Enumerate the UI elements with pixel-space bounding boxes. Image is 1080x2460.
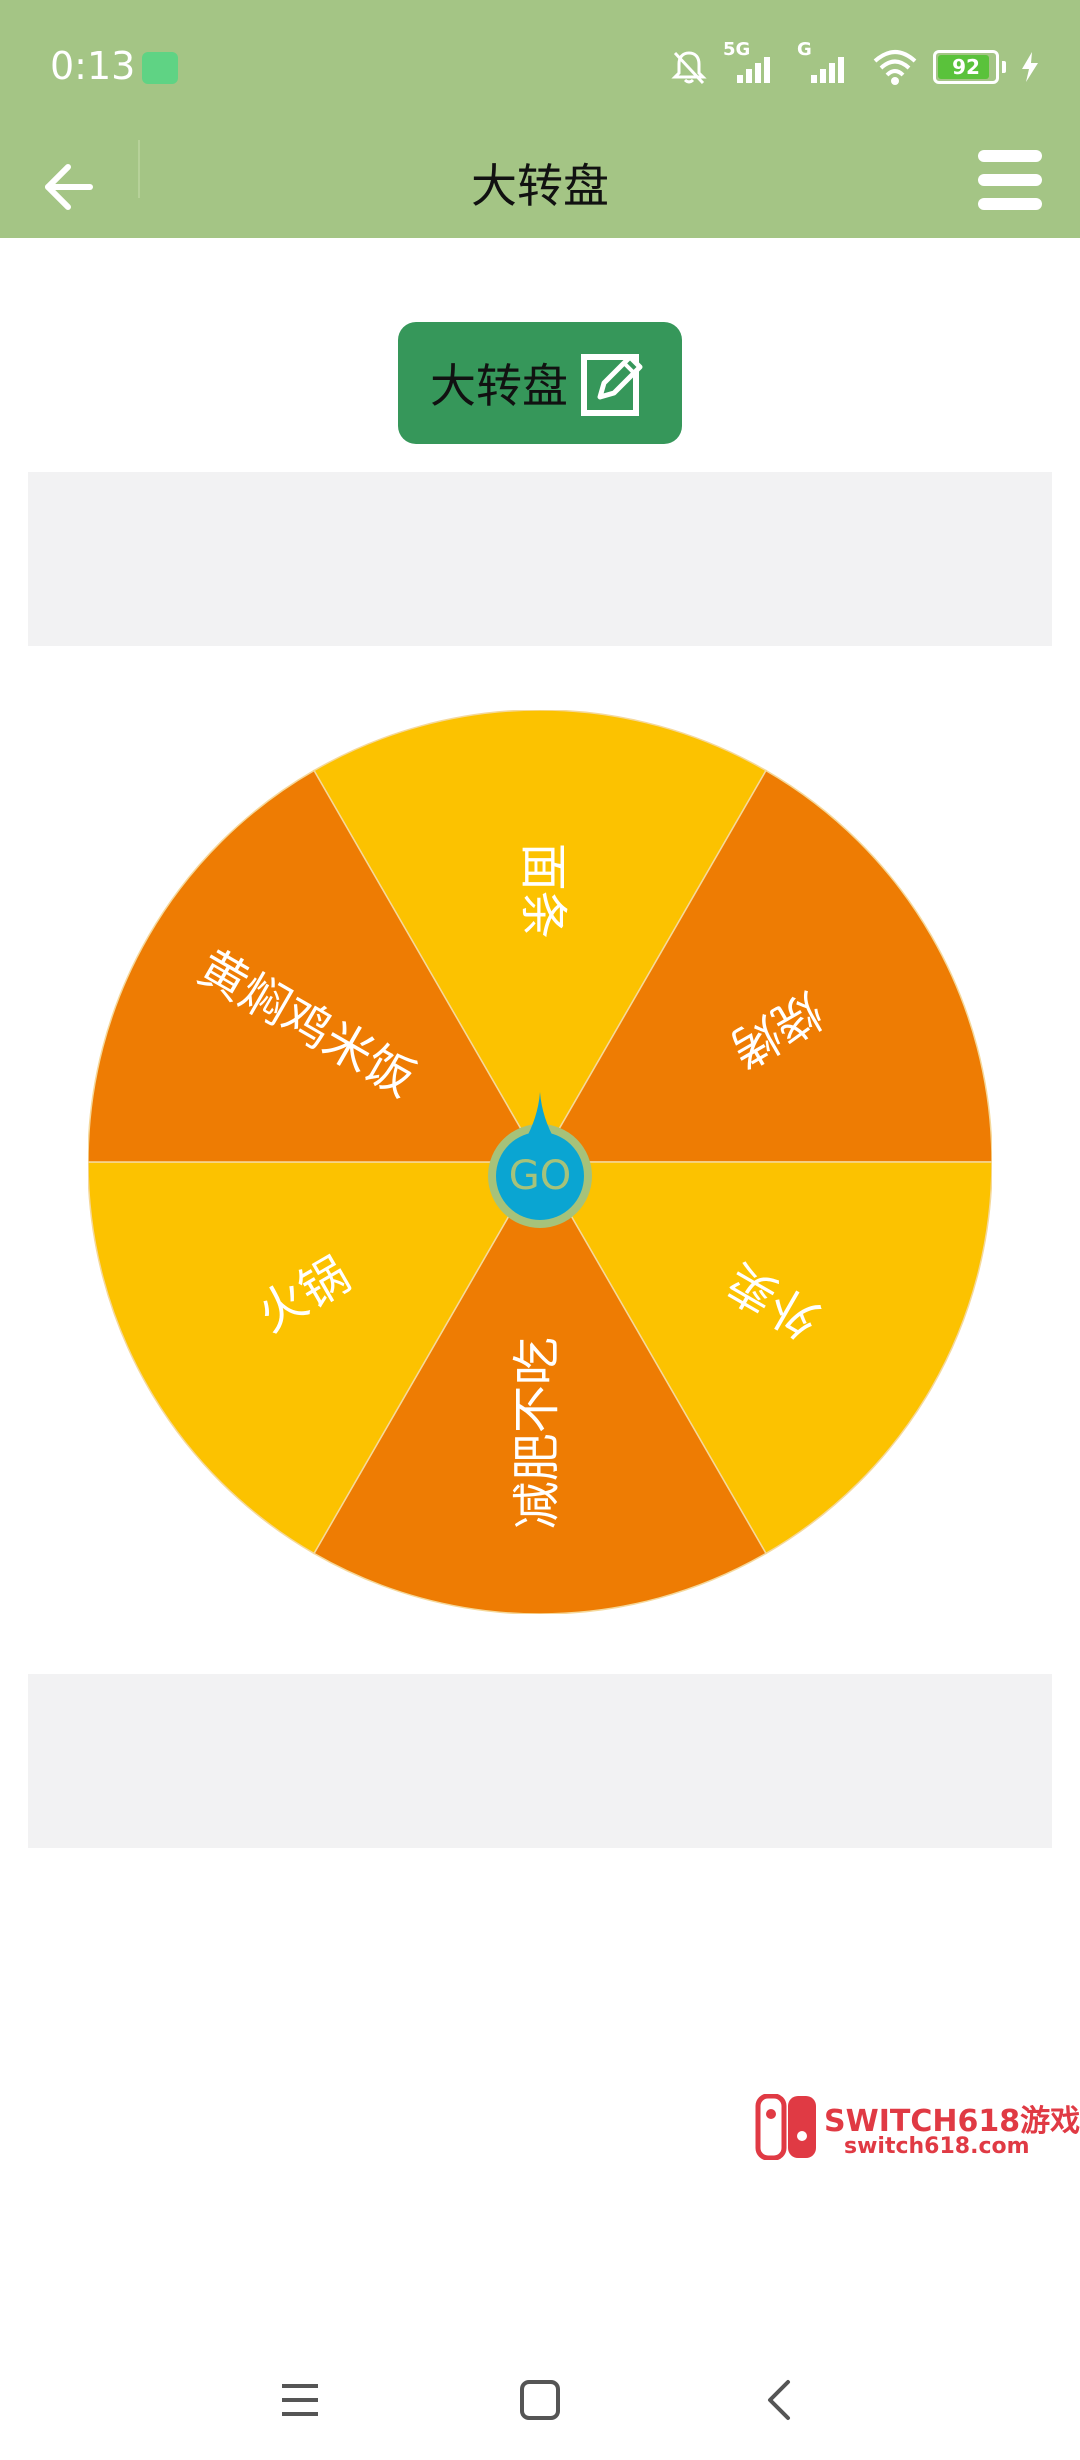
wheel-segment-label: 减肥不吃 [509, 1337, 565, 1529]
cellular-signal-icon-2: G [797, 39, 857, 87]
android-notification-icon [142, 52, 178, 84]
watermark-url: switch618.com [844, 2134, 1030, 2159]
wifi-icon [873, 50, 917, 85]
menu-button[interactable] [978, 150, 1042, 218]
hamburger-menu-icon [978, 150, 1042, 162]
status-bar: 0:13 5G G 92 [0, 0, 1080, 134]
cellular-signal-icon: 5G [723, 39, 783, 87]
watermark-logo: SWITCH618游戏 switch618.com [754, 2090, 1080, 2170]
battery-level: 92 [952, 55, 980, 79]
network-label-2: G [797, 39, 812, 60]
back-triangle-icon[interactable] [750, 2370, 810, 2430]
status-time: 0:13 [50, 44, 136, 88]
ad-banner-top [28, 472, 1052, 646]
ad-banner-bottom [28, 1674, 1052, 1848]
wheel-graphic: 面条烧烤外卖减肥不吃火锅黄焖鸡米饭GO [87, 709, 993, 1615]
system-nav-bar [0, 2340, 1080, 2460]
spin-wheel[interactable]: 面条 烧烤 外卖 减肥不吃 火锅 黄焖鸡米饭 GO [87, 709, 993, 1615]
battery-cap [1002, 61, 1006, 73]
status-icons: 5G G 92 [669, 39, 1040, 92]
app-bar: 大转盘 [0, 134, 1080, 238]
wheel-name-button[interactable]: 大转盘 [398, 322, 682, 444]
battery-icon: 92 [933, 50, 999, 84]
edit-icon [581, 354, 643, 416]
wheel-segment-label: 面条 [515, 843, 571, 939]
charging-bolt-icon [1022, 52, 1038, 82]
switch-console-icon [755, 2094, 816, 2160]
back-button[interactable] [40, 158, 98, 216]
home-icon[interactable] [510, 2370, 570, 2430]
go-label: GO [509, 1153, 571, 1199]
wheel-name-label: 大转盘 [430, 359, 568, 413]
bell-muted-icon [671, 51, 707, 85]
recent-apps-icon[interactable] [270, 2370, 330, 2430]
page-title: 大转盘 [471, 159, 609, 213]
app-bar-divider [138, 140, 140, 198]
